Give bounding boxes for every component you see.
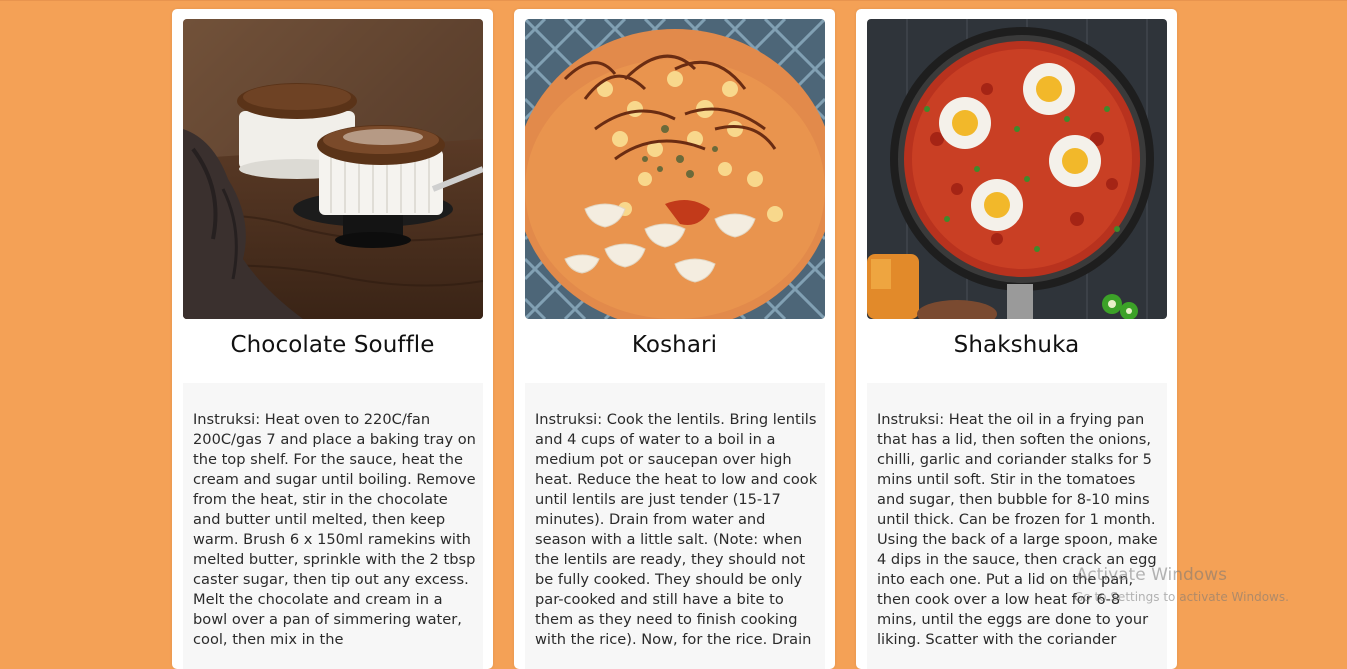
chocolate-souffle-photo [183,19,483,319]
recipe-card[interactable]: Koshari Instruksi: Cook the lentils. Bri… [514,9,835,669]
koshari-photo [525,19,825,319]
recipe-card[interactable]: Chocolate Souffle Instruksi: Heat oven t… [172,9,493,669]
recipe-instructions-panel: Instruksi: Heat the oil in a frying pan … [867,383,1167,669]
recipe-image[interactable] [867,19,1167,319]
recipe-instructions-panel: Instruksi: Heat oven to 220C/fan 200C/ga… [183,383,483,669]
recipe-instructions: Instruksi: Heat the oil in a frying pan … [877,411,1158,648]
recipe-image[interactable] [183,19,483,319]
recipe-title: Chocolate Souffle [230,332,435,358]
recipe-image[interactable] [525,19,825,319]
shakshuka-photo [867,19,1167,319]
recipe-instructions: Instruksi: Heat oven to 220C/fan 200C/ga… [193,411,476,648]
recipe-title: Shakshuka [953,332,1080,358]
recipe-instructions-panel: Instruksi: Cook the lentils. Bring lenti… [525,383,825,669]
recipe-card[interactable]: Shakshuka Instruksi: Heat the oil in a f… [856,9,1177,669]
top-border [0,0,1347,1]
recipe-title: Koshari [631,332,718,358]
recipe-card-list: Chocolate Souffle Instruksi: Heat oven t… [172,9,1177,669]
recipe-instructions: Instruksi: Cook the lentils. Bring lenti… [535,411,818,648]
